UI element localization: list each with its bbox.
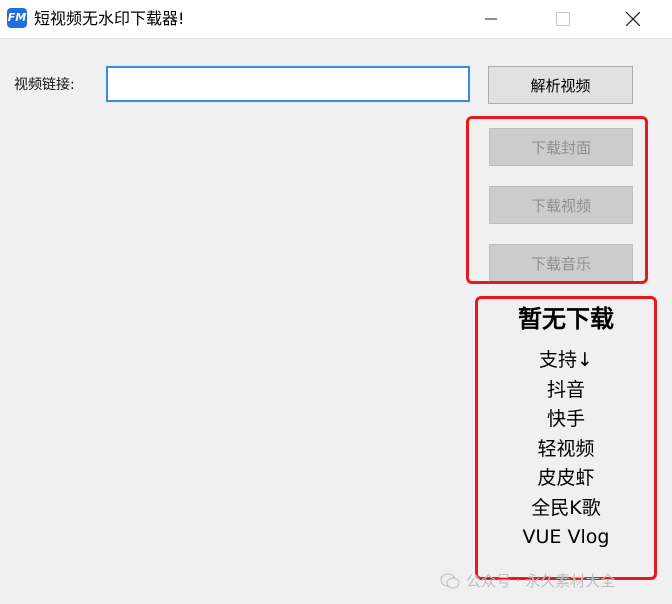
download-buttons-highlight [466, 116, 648, 284]
close-icon [626, 12, 640, 26]
app-icon: FM [7, 8, 27, 28]
platform-item: 抖音 [546, 378, 585, 401]
minimize-button[interactable] [468, 0, 514, 38]
platform-item: 全民K歌 [531, 496, 601, 519]
maximize-button[interactable] [540, 0, 586, 38]
download-status: 暂无下载 [518, 305, 614, 333]
minimize-icon [485, 18, 497, 20]
close-button[interactable] [610, 0, 656, 38]
url-label: 视频链接: [14, 77, 75, 93]
parse-video-button[interactable]: 解析视频 [488, 66, 633, 104]
maximize-icon [556, 12, 570, 26]
info-panel: 暂无下载 支持↓ 抖音 快手 轻视频 皮皮虾 全民K歌 VUE Vlog [478, 300, 654, 553]
title-bar: FM 短视频无水印下载器! [0, 0, 672, 39]
platform-item: VUE Vlog [522, 526, 610, 548]
platform-item: 皮皮虾 [537, 467, 595, 489]
platform-item: 快手 [546, 408, 585, 430]
wechat-icon [440, 572, 460, 589]
window-title: 短视频无水印下载器! [34, 9, 185, 28]
url-input[interactable] [106, 66, 470, 102]
watermark-text: 公众号 · 永久素材大全 [466, 572, 616, 590]
watermark: 公众号 · 永久素材大全 [440, 570, 615, 591]
supported-header: 支持↓ [539, 349, 593, 371]
platform-item: 轻视频 [537, 437, 595, 460]
